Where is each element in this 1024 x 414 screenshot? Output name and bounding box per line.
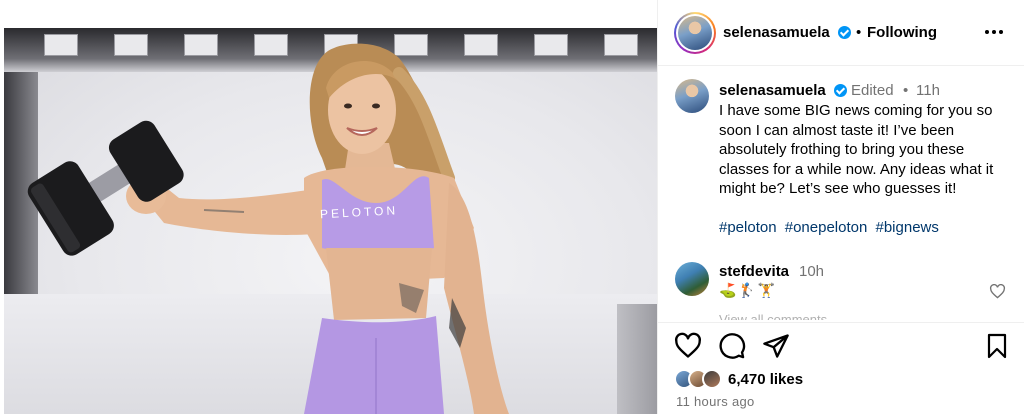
instructor-figure: PELOTON bbox=[27, 43, 509, 414]
comment-timestamp[interactable]: 10h bbox=[799, 263, 824, 280]
comment-text: ⛳🏌️🏋️ bbox=[719, 282, 778, 298]
heart-icon[interactable] bbox=[674, 332, 702, 360]
post-photo[interactable]: PELOTON bbox=[4, 28, 657, 414]
comment-heart-icon[interactable] bbox=[989, 284, 1006, 299]
header-separator: • bbox=[856, 24, 862, 41]
caption-timestamp[interactable]: 11h bbox=[916, 82, 940, 99]
hashtag-link[interactable]: #bignews bbox=[876, 219, 939, 236]
author-avatar[interactable] bbox=[674, 12, 716, 54]
view-replies-link[interactable]: View all comments bbox=[719, 312, 827, 320]
author-username-link[interactable]: selenasamuela bbox=[723, 24, 830, 41]
verified-badge-icon bbox=[838, 26, 851, 39]
likes-summary: 6,470 likes bbox=[674, 368, 803, 390]
liker-avatar bbox=[702, 369, 722, 389]
post-detail-panel: selenasamuela • Following selenasamuela … bbox=[657, 0, 1024, 414]
verified-badge-icon bbox=[834, 84, 847, 97]
hashtag-link[interactable]: #onepeloton bbox=[785, 219, 868, 236]
caption-text: I have some BIG news coming for you so s… bbox=[719, 102, 994, 197]
paper-plane-icon[interactable] bbox=[762, 332, 790, 360]
comment-bubble-icon[interactable] bbox=[718, 332, 746, 360]
action-bar: 6,470 likes 11 hours ago bbox=[658, 322, 1024, 414]
edited-label: Edited bbox=[851, 82, 894, 99]
bookmark-icon[interactable] bbox=[985, 332, 1009, 360]
post-header: selenasamuela • Following bbox=[658, 0, 1024, 66]
caption-author-link[interactable]: selenasamuela bbox=[719, 82, 826, 99]
more-horizontal-icon[interactable] bbox=[985, 30, 1003, 34]
hashtag-link[interactable]: #peloton bbox=[719, 219, 777, 236]
hashtag-list: #peloton #onepeloton #bignews bbox=[719, 219, 943, 236]
commenter-username-link[interactable]: stefdevita bbox=[719, 263, 789, 280]
post-timestamp[interactable]: 11 hours ago bbox=[676, 394, 755, 409]
like-count-link[interactable]: 6,470 likes bbox=[728, 371, 803, 388]
following-button[interactable]: Following bbox=[867, 24, 937, 41]
caption-separator: • bbox=[903, 82, 909, 99]
caption-author-avatar[interactable] bbox=[675, 79, 709, 113]
commenter-avatar[interactable] bbox=[675, 262, 709, 296]
